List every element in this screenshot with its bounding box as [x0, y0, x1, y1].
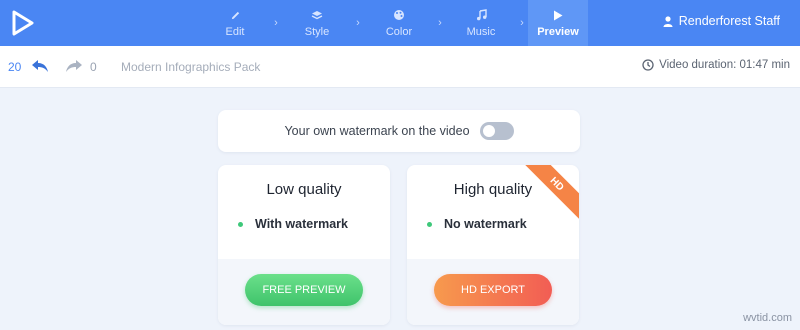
- user-icon: [663, 15, 673, 27]
- low-quality-card: Low quality With watermark FREE PREVIEW: [218, 165, 390, 325]
- plan-title: High quality: [453, 181, 533, 198]
- user-name: Renderforest Staff: [678, 14, 780, 28]
- layers-icon: [311, 8, 323, 22]
- redo-icon[interactable]: [64, 58, 84, 79]
- music-note-icon: [476, 8, 487, 22]
- project-toolbar: 20 0 Modern Infographics Pack Video dura…: [0, 46, 800, 88]
- corner-watermark: wvtid.com: [743, 312, 792, 324]
- plan-feature: No watermark: [427, 217, 527, 231]
- watermark-label: Your own watermark on the video: [284, 124, 470, 138]
- plan-feature-text: No watermark: [444, 217, 527, 231]
- project-title: Modern Infographics Pack: [121, 60, 261, 74]
- high-quality-card: HD High quality No watermark HD EXPORT: [407, 165, 579, 325]
- undo-icon[interactable]: [30, 58, 50, 79]
- undo-count: 20: [8, 60, 22, 74]
- redo-count: 0: [90, 60, 97, 74]
- toggle-knob: [482, 125, 495, 137]
- plan-feature: With watermark: [238, 217, 348, 231]
- duration-text: Video duration: 01:47 min: [659, 59, 790, 71]
- step-music[interactable]: Music: [446, 0, 516, 46]
- chevron-right-icon: ›: [274, 17, 278, 29]
- step-music-label: Music: [466, 26, 496, 38]
- watermark-toggle[interactable]: [479, 122, 514, 140]
- logo-icon[interactable]: [0, 0, 46, 46]
- step-edit[interactable]: Edit: [200, 0, 270, 46]
- step-navigation: Edit › Style › Color › Music › Preview: [200, 0, 588, 46]
- bullet-icon: [238, 221, 243, 227]
- step-edit-label: Edit: [225, 26, 245, 38]
- chevron-right-icon: ›: [520, 17, 524, 29]
- free-preview-button[interactable]: FREE PREVIEW: [245, 274, 363, 306]
- step-preview-label: Preview: [537, 26, 579, 38]
- step-color[interactable]: Color: [364, 0, 434, 46]
- pencil-icon: [230, 8, 241, 22]
- step-preview[interactable]: Preview: [528, 0, 588, 46]
- plan-feature-text: With watermark: [255, 217, 348, 231]
- step-style[interactable]: Style: [282, 0, 352, 46]
- step-style-label: Style: [304, 26, 330, 38]
- plan-title: Low quality: [266, 181, 342, 198]
- palette-icon: [393, 8, 405, 22]
- video-duration: Video duration: 01:47 min: [642, 59, 790, 71]
- step-color-label: Color: [385, 26, 413, 38]
- clock-icon: [642, 59, 654, 71]
- plan-footer: FREE PREVIEW: [218, 259, 390, 325]
- watermark-card: Your own watermark on the video: [218, 110, 580, 152]
- play-icon: [553, 8, 563, 22]
- user-menu[interactable]: Renderforest Staff: [663, 14, 780, 28]
- hd-export-button[interactable]: HD EXPORT: [434, 274, 552, 306]
- chevron-right-icon: ›: [356, 17, 360, 29]
- bullet-icon: [427, 221, 432, 227]
- top-nav-bar: Edit › Style › Color › Music › Preview R…: [0, 0, 800, 46]
- plan-footer: HD EXPORT: [407, 259, 579, 325]
- chevron-right-icon: ›: [438, 17, 442, 29]
